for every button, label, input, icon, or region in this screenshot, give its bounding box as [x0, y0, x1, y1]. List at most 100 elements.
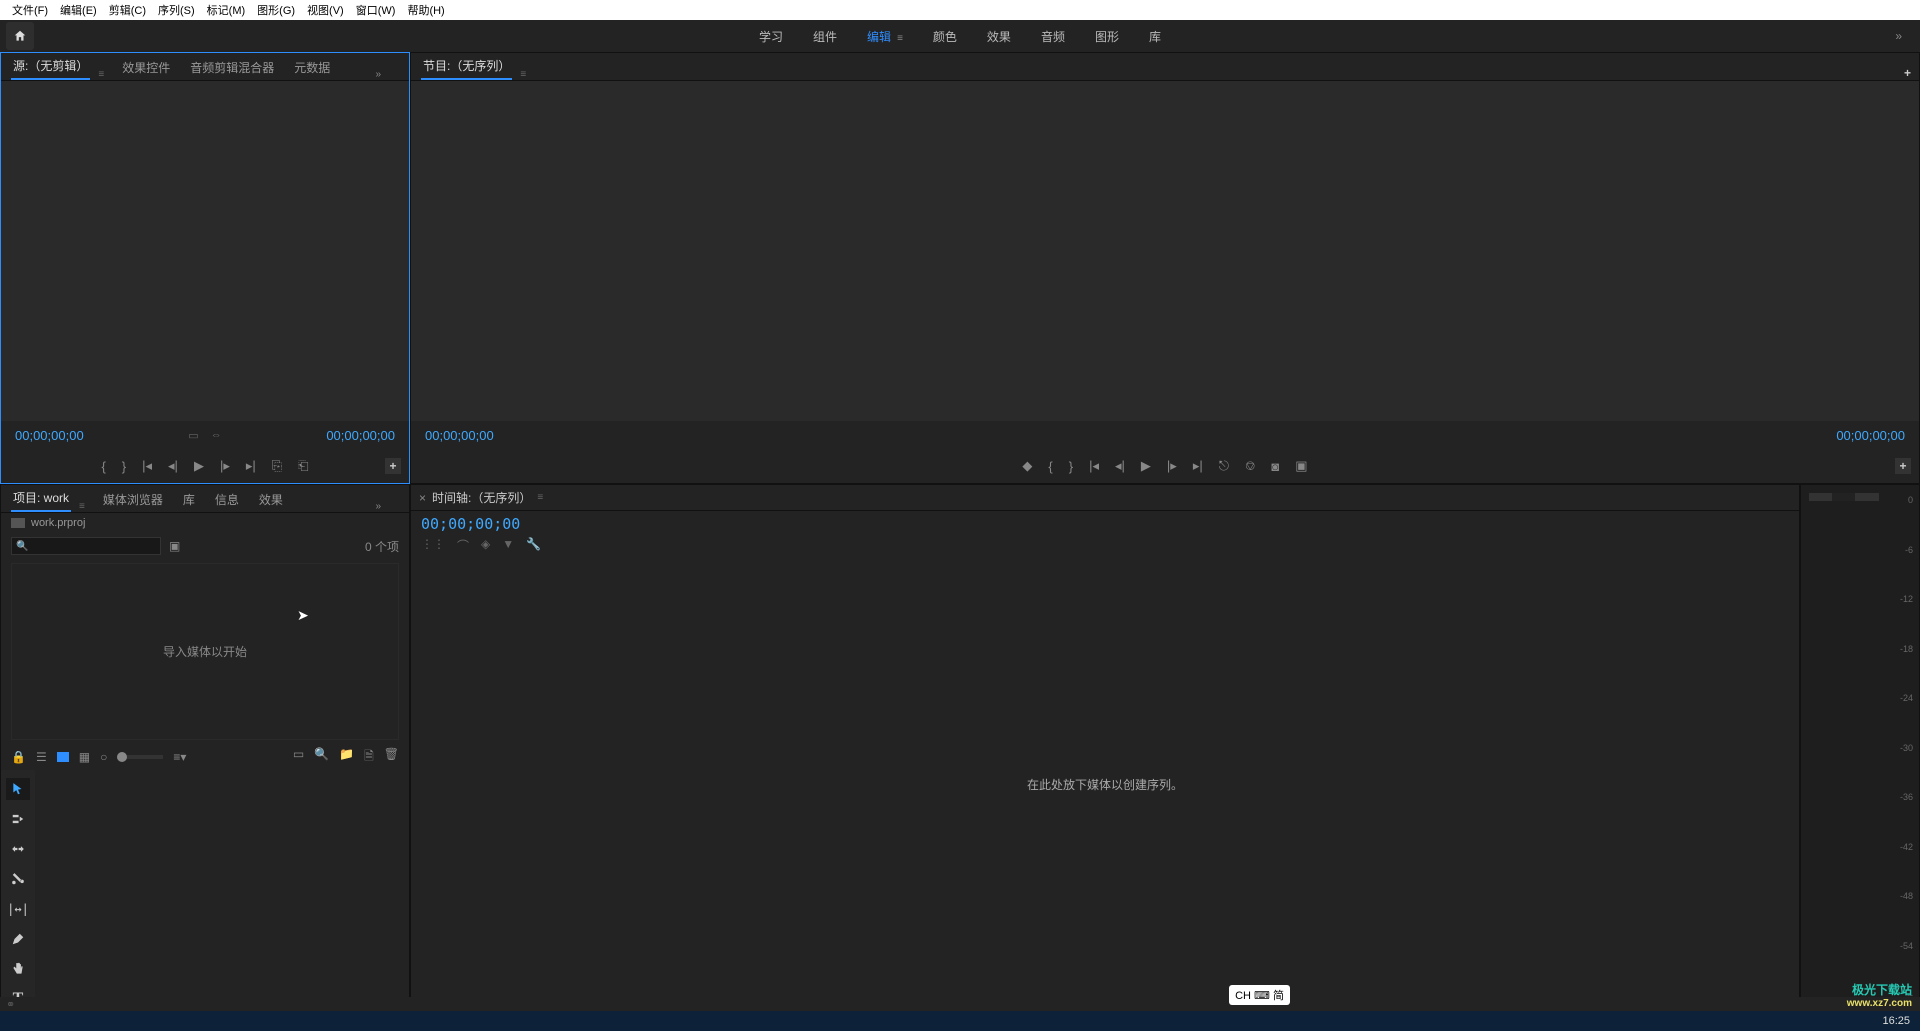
menu-graphics[interactable]: 图形(G) — [251, 2, 301, 18]
ws-tab-editing[interactable]: 编辑 — [867, 28, 903, 45]
new-item-icon[interactable]: 🗎 — [364, 747, 374, 768]
ws-overflow-icon[interactable]: » — [1895, 29, 1902, 43]
panel-menu-icon[interactable]: ≡ — [537, 492, 543, 503]
go-in-icon[interactable]: |◂ — [1089, 458, 1099, 474]
step-back-icon[interactable]: ◂| — [1115, 458, 1125, 474]
go-out-icon[interactable]: ▸| — [246, 458, 256, 474]
ws-tab-graphics[interactable]: 图形 — [1095, 28, 1119, 45]
tool-razor[interactable] — [6, 868, 30, 890]
go-out-icon[interactable]: ▸| — [1193, 458, 1203, 474]
ws-tab-learn[interactable]: 学习 — [759, 28, 783, 45]
home-button[interactable] — [6, 22, 34, 50]
lift-icon[interactable]: ⎋ — [1219, 458, 1229, 474]
source-tc-right[interactable]: 00;00;00;00 — [326, 428, 395, 443]
freeform-view-icon[interactable]: ▦ — [79, 750, 90, 764]
source-overflow-icon[interactable]: » — [375, 69, 381, 80]
program-tc-right[interactable]: 00;00;00;00 — [1836, 428, 1905, 443]
tab-project[interactable]: 项目: work — [11, 485, 71, 512]
ws-tab-assembly[interactable]: 组件 — [813, 28, 837, 45]
program-plus-icon[interactable]: + — [1904, 66, 1911, 80]
marker-icon[interactable]: ▼ — [502, 537, 514, 554]
zoom-slider-min-icon: ○ — [100, 750, 107, 764]
list-view-icon[interactable]: ☰ — [36, 750, 47, 764]
mark-in-icon[interactable]: { — [1048, 459, 1052, 474]
menu-help[interactable]: 帮助(H) — [401, 2, 450, 18]
close-tab-icon[interactable]: × — [419, 491, 426, 505]
add-marker-icon[interactable]: ◆ — [1022, 458, 1032, 474]
linked-selection-icon[interactable]: ⌒ — [457, 537, 469, 554]
add-marker-icon[interactable]: ◈ — [481, 537, 490, 554]
tool-selection[interactable] — [6, 778, 30, 800]
tab-audio-clip-mixer[interactable]: 音频剪辑混合器 — [188, 55, 276, 80]
timeline-tc[interactable]: 00;00;00;00 — [421, 515, 1789, 533]
snap-icon[interactable]: ⋮⋮ — [421, 537, 445, 554]
settings-icon[interactable]: 🔧 — [526, 537, 541, 554]
menu-clip[interactable]: 剪辑(C) — [103, 2, 152, 18]
lock-icon[interactable]: 🔒 — [11, 750, 26, 764]
panel-menu-icon[interactable]: ≡ — [79, 501, 85, 512]
insert-icon[interactable]: ⎘ — [272, 458, 282, 474]
tab-timeline[interactable]: 时间轴:（无序列） — [432, 489, 531, 506]
mark-in-icon[interactable]: { — [101, 459, 105, 474]
find-icon[interactable]: 🔍 — [314, 747, 329, 768]
tab-program[interactable]: 节目:（无序列） — [421, 53, 512, 80]
ws-tab-library[interactable]: 库 — [1149, 28, 1161, 45]
tab-effect-controls[interactable]: 效果控件 — [120, 55, 172, 80]
mark-out-icon[interactable]: } — [1069, 459, 1073, 474]
compare-icon[interactable]: ▣ — [1295, 458, 1307, 474]
project-overflow-icon[interactable]: » — [375, 501, 381, 512]
menu-edit[interactable]: 编辑(E) — [54, 2, 103, 18]
menu-marker[interactable]: 标记(M) — [201, 2, 252, 18]
project-drop-area[interactable]: 导入媒体以开始 — [11, 563, 399, 740]
panel-menu-icon[interactable]: ≡ — [98, 69, 104, 80]
program-tc-left[interactable]: 00;00;00;00 — [425, 428, 494, 443]
tab-library[interactable]: 库 — [181, 487, 197, 512]
overwrite-icon[interactable]: ⎗ — [298, 458, 308, 474]
tab-source[interactable]: 源:（无剪辑） — [11, 53, 90, 80]
go-in-icon[interactable]: |◂ — [142, 458, 152, 474]
menu-window[interactable]: 窗口(W) — [350, 2, 402, 18]
add-button-icon[interactable]: + — [385, 458, 401, 474]
tab-effects[interactable]: 效果 — [257, 487, 285, 512]
source-viewer[interactable] — [1, 81, 409, 421]
sort-icon[interactable]: ≡▾ — [173, 750, 186, 764]
play-icon[interactable]: ▶ — [1141, 458, 1151, 474]
panel-menu-icon[interactable]: ≡ — [520, 69, 526, 80]
tool-track-select[interactable] — [6, 808, 30, 830]
ws-tab-color[interactable]: 颜色 — [933, 28, 957, 45]
new-bin-icon[interactable]: ▣ — [169, 539, 180, 553]
extract-icon[interactable]: ⎊ — [1245, 458, 1255, 474]
tab-media-browser[interactable]: 媒体浏览器 — [101, 487, 165, 512]
tool-pen[interactable] — [6, 928, 30, 950]
ws-tab-audio[interactable]: 音频 — [1041, 28, 1065, 45]
play-icon[interactable]: ▶ — [194, 458, 204, 474]
export-frame-icon[interactable]: ◙ — [1271, 459, 1279, 474]
tool-ripple-edit[interactable] — [6, 838, 30, 860]
zoom-icon[interactable]: ⇔ — [211, 429, 222, 441]
step-fwd-icon[interactable]: |▸ — [220, 458, 230, 474]
fit-icon[interactable]: ▭ — [188, 429, 198, 442]
clear-icon[interactable]: 🗑 — [384, 747, 399, 768]
menu-sequence[interactable]: 序列(S) — [152, 2, 201, 18]
step-fwd-icon[interactable]: |▸ — [1167, 458, 1177, 474]
ime-indicator[interactable]: CH ⌨ 简 — [1229, 985, 1290, 1005]
tab-metadata[interactable]: 元数据 — [292, 55, 332, 80]
program-viewer[interactable] — [411, 81, 1919, 421]
add-button-icon[interactable]: + — [1895, 458, 1911, 474]
source-tc-left[interactable]: 00;00;00;00 — [15, 428, 84, 443]
icon-view-icon[interactable] — [57, 752, 69, 762]
menu-view[interactable]: 视图(V) — [301, 2, 350, 18]
tool-slip[interactable]: |↔| — [6, 898, 30, 920]
link-icon[interactable]: ⚭ — [6, 998, 15, 1011]
step-back-icon[interactable]: ◂| — [168, 458, 178, 474]
new-bin-button-icon[interactable]: 📁 — [339, 747, 354, 768]
timeline-drop-area[interactable]: 在此处放下媒体以创建序列。 — [411, 558, 1799, 1010]
search-input[interactable]: 🔍 — [11, 537, 161, 555]
menu-file[interactable]: 文件(F) — [6, 2, 54, 18]
ws-tab-effects[interactable]: 效果 — [987, 28, 1011, 45]
tab-info[interactable]: 信息 — [213, 487, 241, 512]
automate-icon[interactable]: ▭ — [293, 747, 304, 768]
thumbnail-size-slider[interactable] — [117, 755, 163, 759]
tool-hand[interactable] — [6, 958, 30, 980]
mark-out-icon[interactable]: } — [122, 459, 126, 474]
